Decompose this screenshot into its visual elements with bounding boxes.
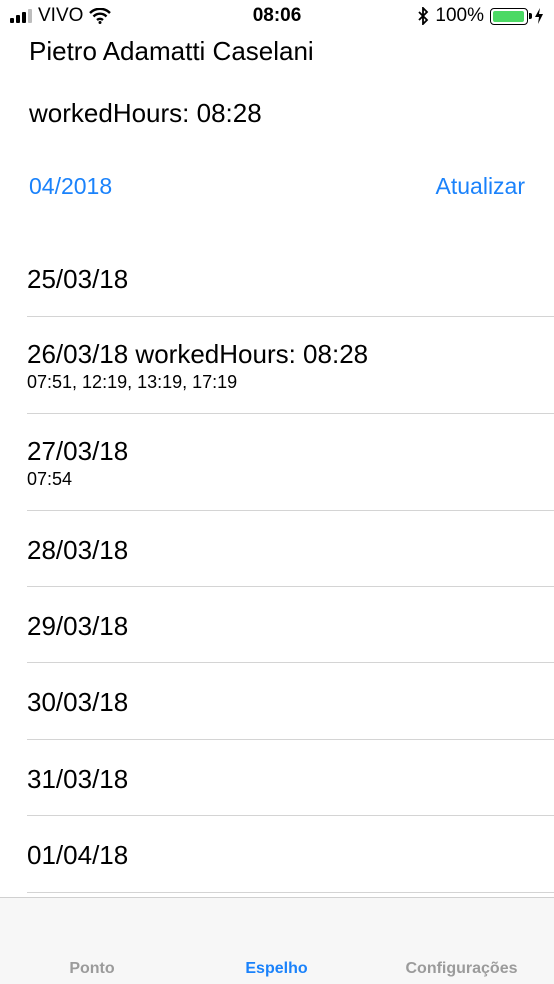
- battery-icon: [490, 7, 532, 25]
- tab-espelho[interactable]: Espelho: [184, 960, 369, 978]
- month-selector[interactable]: 04/2018: [29, 173, 112, 200]
- status-right: 100%: [417, 5, 544, 27]
- day-row[interactable]: 26/03/18 workedHours: 08:28 07:51, 12:19,…: [27, 317, 554, 414]
- battery-percent: 100%: [435, 5, 484, 26]
- day-title: 27/03/18: [27, 436, 129, 466]
- charging-icon: [535, 8, 543, 24]
- day-title: 30/03/18: [27, 687, 129, 717]
- day-title: 01/04/18: [27, 840, 129, 870]
- day-list: 25/03/18 26/03/18 workedHours: 08:28 07:51…: [0, 240, 554, 893]
- bluetooth-icon: [418, 7, 429, 25]
- status-bar: VIVO 08:06 100%: [0, 0, 554, 36]
- day-row[interactable]: 27/03/18 07:54: [27, 414, 554, 511]
- tab-configuracoes[interactable]: Configurações: [369, 960, 554, 978]
- day-row[interactable]: 28/03/18: [27, 511, 554, 587]
- day-title: 29/03/18: [27, 611, 129, 641]
- day-title: 26/03/18 workedHours: 08:28: [27, 339, 369, 369]
- day-title: 31/03/18: [27, 764, 129, 794]
- tab-ponto[interactable]: Ponto: [0, 960, 184, 978]
- day-punches: 07:51, 12:19, 13:19, 17:19: [27, 372, 238, 392]
- day-row[interactable]: 29/03/18: [27, 587, 554, 663]
- day-row[interactable]: 30/03/18: [27, 663, 554, 740]
- tab-bar: Ponto Espelho Configurações: [0, 897, 554, 984]
- day-row[interactable]: 31/03/18: [27, 740, 554, 816]
- user-name: Pietro Adamatti Caselani: [29, 36, 314, 66]
- worked-hours-summary: workedHours: 08:28: [29, 98, 262, 128]
- day-row[interactable]: 25/03/18: [27, 240, 554, 317]
- refresh-button[interactable]: Atualizar: [436, 173, 525, 200]
- day-title: 28/03/18: [27, 535, 129, 565]
- day-row[interactable]: 01/04/18: [27, 816, 554, 893]
- day-punches: 07:54: [27, 469, 73, 489]
- day-title: 25/03/18: [27, 264, 129, 294]
